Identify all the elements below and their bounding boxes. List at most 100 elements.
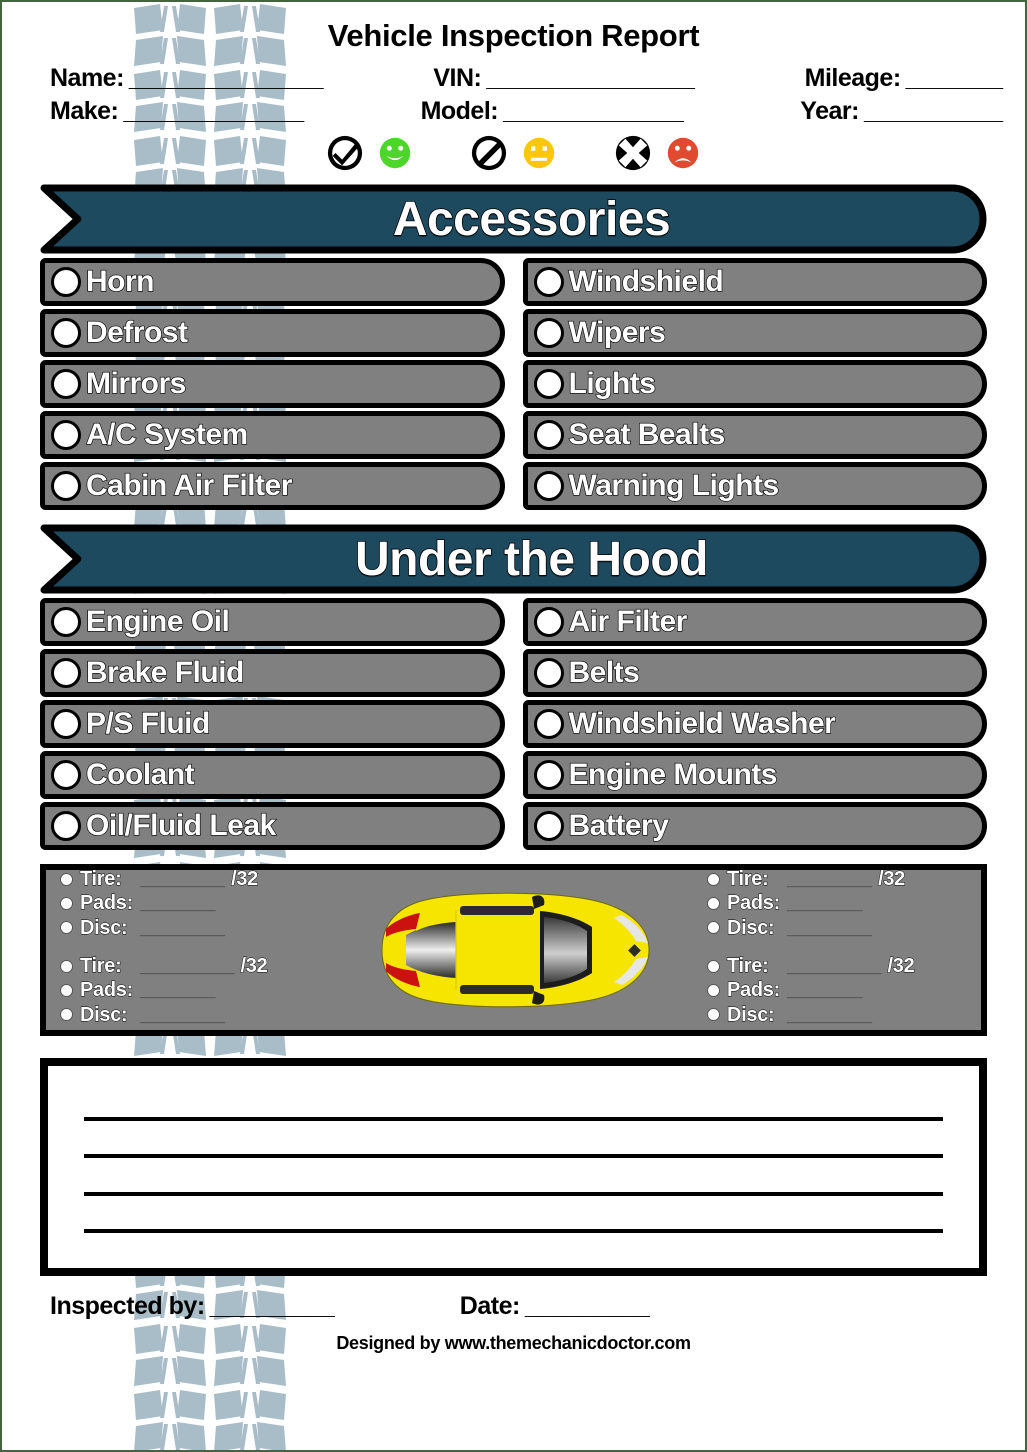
page-title: Vehicle Inspection Report: [327, 18, 700, 53]
checklist-item-ac-system[interactable]: A/C System: [40, 411, 505, 459]
year-field[interactable]: Year: __________: [800, 97, 1003, 126]
checklist-item-oil-fluid-leak[interactable]: Oil/Fluid Leak: [40, 802, 505, 850]
tire-line[interactable]: Tire: _________ /32: [60, 867, 346, 891]
checklist-item-label: Wipers: [568, 316, 667, 349]
checklist-item-horn[interactable]: Horn: [40, 258, 505, 306]
status-circle-icon[interactable]: [533, 658, 564, 688]
checklist-item-lights[interactable]: Lights: [522, 360, 987, 408]
name-field[interactable]: Name: ______________: [50, 64, 324, 93]
section-banner-accessories: Accessories: [40, 184, 987, 254]
tire-blank: _________: [140, 869, 226, 889]
mileage-field[interactable]: Mileage: _______: [805, 64, 1003, 93]
disc-label: Disc:: [80, 1003, 129, 1026]
status-circle-icon[interactable]: [51, 811, 81, 841]
status-circle-icon[interactable]: [51, 607, 81, 637]
status-circle-icon[interactable]: [533, 420, 564, 450]
status-circle-icon[interactable]: [533, 318, 564, 348]
checklist-item-wipers[interactable]: Wipers: [522, 309, 987, 357]
tire-corner-front-right: Tire: _________ /32 Pads: ________ Disc:…: [707, 867, 981, 940]
year-label: Year:: [800, 97, 859, 125]
checklist-item-label: Warning Lights: [568, 469, 780, 502]
designer-credit: Designed by www.themechanicdoctor.com: [336, 1333, 691, 1353]
tire-label: Tire:: [80, 867, 123, 890]
checklist-item-belts[interactable]: Belts: [522, 649, 987, 697]
date-field[interactable]: Date: _________: [460, 1292, 650, 1321]
year-blank: __________: [863, 97, 1004, 125]
checklist-item-cabin-air-filter[interactable]: Cabin Air Filter: [40, 462, 505, 510]
vin-field[interactable]: VIN: _______________: [433, 64, 695, 93]
section-title-accessories: Accessories: [392, 192, 671, 247]
checklist-item-air-filter[interactable]: Air Filter: [522, 598, 987, 646]
checklist-item-mirrors[interactable]: Mirrors: [40, 360, 505, 408]
checklist-item-engine-oil[interactable]: Engine Oil: [40, 598, 505, 646]
status-circle-icon[interactable]: [51, 267, 81, 297]
pads-line[interactable]: Pads: ________: [60, 891, 346, 915]
pads-line[interactable]: Pads: ________: [707, 891, 981, 915]
make-field[interactable]: Make: _____________: [50, 97, 304, 126]
tire-line[interactable]: Tire: _________ /32: [707, 867, 981, 891]
status-circle-icon[interactable]: [533, 369, 564, 399]
bullet-icon: [707, 896, 720, 910]
checklist-item-label: Air Filter: [568, 605, 688, 638]
status-circle-icon[interactable]: [533, 267, 564, 297]
checklist-item-seat-belts[interactable]: Seat Bealts: [522, 411, 987, 459]
checklist-item-brake-fluid[interactable]: Brake Fluid: [40, 649, 505, 697]
disc-line[interactable]: Disc: _________: [60, 1003, 346, 1027]
disc-line[interactable]: Disc: _________: [60, 916, 346, 940]
status-circle-icon[interactable]: [51, 760, 81, 790]
status-circle-icon[interactable]: [533, 760, 564, 790]
checklist-item-ps-fluid[interactable]: P/S Fluid: [40, 700, 505, 748]
car-illustration-wrap: [346, 870, 681, 1030]
tire-corner-front-left: Tire: _________ /32 Pads: ________ Disc:…: [60, 867, 346, 940]
checklist-item-windshield-washer[interactable]: Windshield Washer: [522, 700, 987, 748]
tire-blank: __________: [140, 957, 235, 976]
inspected-by-field[interactable]: Inspected by: _________: [50, 1292, 335, 1321]
bullet-icon: [707, 921, 720, 935]
status-circle-icon[interactable]: [533, 811, 564, 841]
status-circle-icon[interactable]: [533, 471, 564, 501]
disc-label: Disc:: [727, 1003, 776, 1026]
status-circle-icon[interactable]: [51, 709, 81, 739]
footer-signature-row: Inspected by: _________ Date: _________: [2, 1292, 1025, 1321]
status-circle-icon[interactable]: [51, 369, 81, 399]
checklist-item-coolant[interactable]: Coolant: [40, 751, 505, 799]
checklist-item-engine-mounts[interactable]: Engine Mounts: [522, 751, 987, 799]
checklist-item-label: A/C System: [85, 418, 249, 451]
checklist-item-warning-lights[interactable]: Warning Lights: [522, 462, 987, 510]
checklist-item-windshield[interactable]: Windshield: [522, 258, 987, 306]
model-field[interactable]: Model: _____________: [421, 97, 684, 126]
notes-box[interactable]: [40, 1058, 987, 1276]
tire-line[interactable]: Tire: __________ /32: [60, 954, 346, 978]
name-blank: ______________: [128, 64, 324, 92]
pads-blank: ________: [787, 981, 863, 1001]
status-circle-icon[interactable]: [533, 709, 564, 739]
disc-blank: _________: [787, 1005, 873, 1025]
tire-unit: /32: [240, 955, 268, 978]
status-circle-icon[interactable]: [51, 658, 81, 688]
disc-line[interactable]: Disc: _________: [707, 1003, 981, 1027]
status-circle-icon[interactable]: [533, 607, 564, 637]
model-blank: _____________: [503, 97, 684, 125]
report-footer: Inspected by: _________ Date: _________ …: [2, 1292, 1025, 1354]
checklist-item-battery[interactable]: Battery: [522, 802, 987, 850]
tire-corner-rear-left: Tire: __________ /32 Pads: ________ Disc…: [60, 954, 346, 1027]
checklist-item-defrost[interactable]: Defrost: [40, 309, 505, 357]
car-top-view-icon: [380, 892, 650, 1008]
header-field-row-2: Make: _____________ Model: _____________…: [2, 95, 1025, 128]
status-circle-icon[interactable]: [51, 420, 81, 450]
make-blank: _____________: [123, 97, 305, 125]
pads-line[interactable]: Pads: ________: [60, 978, 346, 1002]
status-circle-icon[interactable]: [51, 318, 81, 348]
section-title-under-the-hood: Under the Hood: [354, 532, 709, 587]
checklist-item-label: Mirrors: [85, 367, 187, 400]
mileage-blank: _______: [905, 64, 1003, 92]
disc-line[interactable]: Disc: _________: [707, 916, 981, 940]
smiley-neutral-icon: [523, 137, 554, 169]
tire-line[interactable]: Tire: __________ /32: [707, 954, 981, 978]
smiley-sad-icon: [667, 137, 698, 169]
status-circle-icon[interactable]: [51, 471, 81, 501]
note-line: [84, 1229, 943, 1234]
checklist-item-label: Defrost: [85, 316, 188, 349]
pads-line[interactable]: Pads: ________: [707, 978, 981, 1002]
inspected-by-label: Inspected by:: [50, 1292, 205, 1320]
